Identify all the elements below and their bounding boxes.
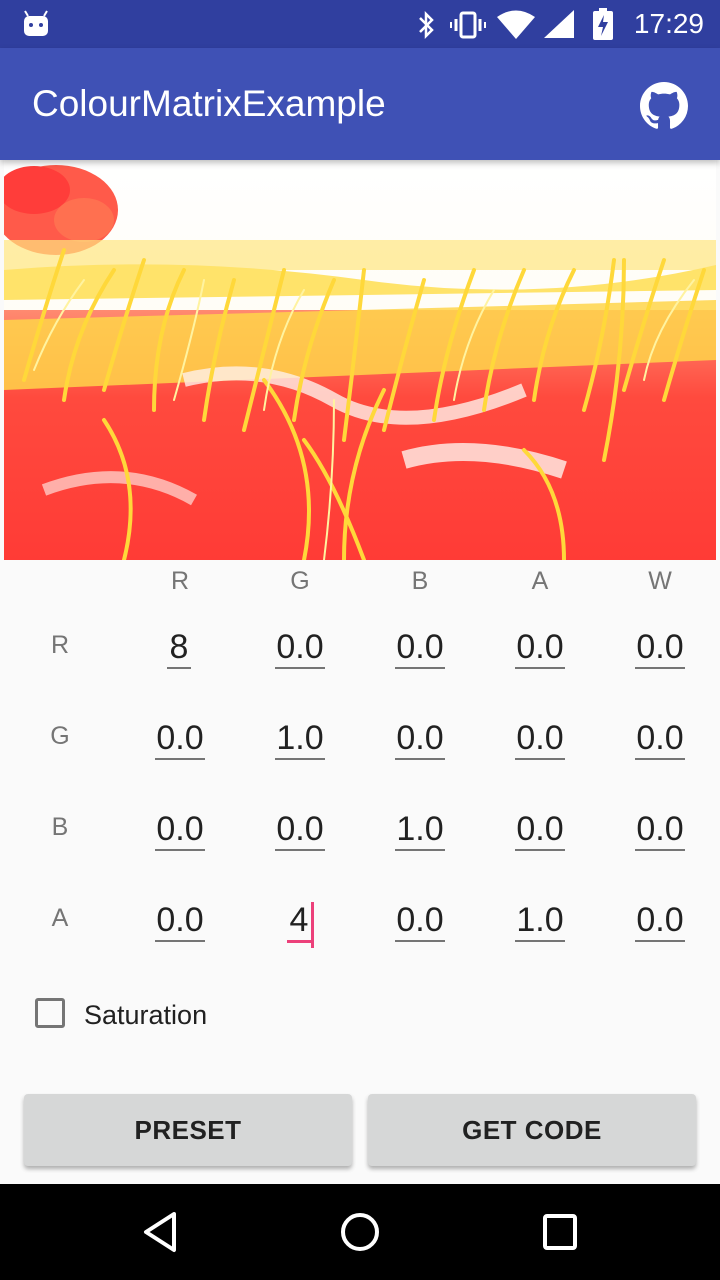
matrix-input-a-w[interactable]: 0.0: [635, 900, 685, 942]
saturation-label[interactable]: Saturation: [84, 998, 207, 1032]
battery-charging-icon: [593, 8, 613, 40]
app-title: ColourMatrixExample: [32, 83, 386, 124]
column-header-a: A: [531, 567, 549, 595]
matrix-input-a-g-focused[interactable]: 4: [287, 900, 314, 948]
column-header-g: G: [290, 567, 310, 595]
cell-signal-icon: [544, 10, 574, 38]
vibrate-icon: [450, 11, 486, 39]
matrix-input-b-r[interactable]: 0.0: [155, 809, 205, 851]
bluetooth-icon: [419, 10, 434, 40]
matrix-input-r-g[interactable]: 0.0: [275, 627, 325, 669]
android-notification-icon: [24, 10, 48, 36]
matrix-input-b-w[interactable]: 0.0: [635, 809, 685, 851]
column-header-r: R: [170, 567, 190, 595]
github-icon[interactable]: [640, 82, 688, 130]
column-header-b: B: [411, 567, 429, 595]
row-header-a: A: [51, 904, 69, 932]
status-bar: 17:29: [0, 0, 720, 48]
matrix-input-r-b[interactable]: 0.0: [395, 627, 445, 669]
row-header-b: B: [51, 813, 69, 841]
matrix-input-g-b[interactable]: 0.0: [395, 718, 445, 760]
home-icon[interactable]: [338, 1208, 382, 1256]
wifi-icon: [497, 10, 535, 39]
matrix-input-r-r[interactable]: 8: [167, 627, 191, 669]
matrix-input-r-a[interactable]: 0.0: [515, 627, 565, 669]
saturation-checkbox[interactable]: [35, 998, 65, 1028]
preset-button[interactable]: PRESET: [24, 1094, 352, 1166]
matrix-input-b-b[interactable]: 1.0: [395, 809, 445, 851]
matrix-input-g-r[interactable]: 0.0: [155, 718, 205, 760]
matrix-input-a-g-value: 4: [289, 901, 309, 939]
matrix-input-b-g[interactable]: 0.0: [275, 809, 325, 851]
preview-image: [4, 160, 716, 560]
row-header-g: G: [50, 722, 70, 750]
matrix-input-g-w[interactable]: 0.0: [635, 718, 685, 760]
matrix-input-b-a[interactable]: 0.0: [515, 809, 565, 851]
matrix-input-r-w[interactable]: 0.0: [635, 627, 685, 669]
matrix-input-g-a[interactable]: 0.0: [515, 718, 565, 760]
get-code-button[interactable]: GET CODE: [368, 1094, 696, 1166]
app-bar: ColourMatrixExample: [0, 48, 720, 160]
text-cursor: [311, 902, 314, 948]
matrix-input-g-g[interactable]: 1.0: [275, 718, 325, 760]
back-icon[interactable]: [140, 1208, 180, 1256]
status-time: 17:29: [633, 8, 704, 39]
matrix-input-a-a[interactable]: 1.0: [515, 900, 565, 942]
matrix-input-a-b[interactable]: 0.0: [395, 900, 445, 942]
recents-icon[interactable]: [540, 1208, 580, 1256]
matrix-input-a-r[interactable]: 0.0: [155, 900, 205, 942]
navigation-bar: [0, 1184, 720, 1280]
row-header-r: R: [50, 631, 70, 659]
column-header-w: W: [648, 567, 672, 595]
